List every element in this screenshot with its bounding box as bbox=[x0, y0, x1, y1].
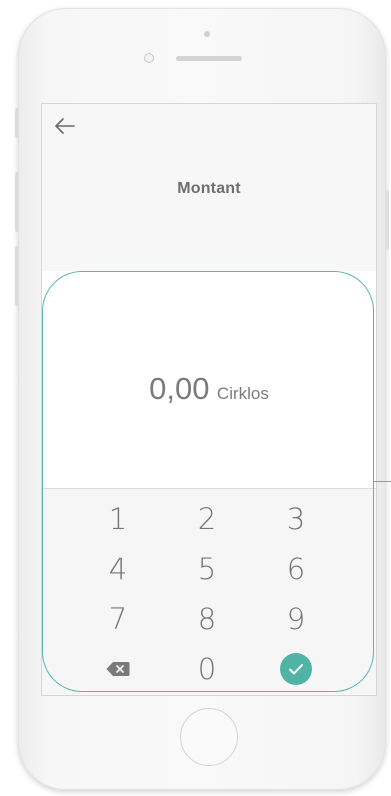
screen: Montant 0,00 Cirklos 1 2 3 4 5 6 7 8 9 0 bbox=[41, 103, 377, 696]
key-9[interactable]: 9 bbox=[256, 597, 336, 641]
key-4[interactable]: 4 bbox=[78, 547, 158, 591]
amount-text: 0,00 Cirklos bbox=[42, 371, 376, 407]
key-1[interactable]: 1 bbox=[78, 497, 158, 541]
key-0[interactable]: 0 bbox=[167, 647, 247, 691]
numeric-keypad: 1 2 3 4 5 6 7 8 9 0 bbox=[42, 488, 376, 695]
key-2[interactable]: 2 bbox=[167, 497, 247, 541]
confirm-button[interactable] bbox=[256, 647, 336, 691]
amount-unit: Cirklos bbox=[216, 384, 269, 403]
backspace-icon bbox=[106, 661, 130, 677]
amount-display: 0,00 Cirklos bbox=[42, 271, 376, 488]
proximity-sensor bbox=[144, 53, 154, 63]
mute-switch bbox=[15, 108, 19, 138]
key-6[interactable]: 6 bbox=[256, 547, 336, 591]
key-8[interactable]: 8 bbox=[167, 597, 247, 641]
highlight-pointer bbox=[374, 481, 391, 482]
key-3[interactable]: 3 bbox=[256, 497, 336, 541]
delete-button[interactable] bbox=[78, 647, 158, 691]
key-7[interactable]: 7 bbox=[78, 597, 158, 641]
earpiece-speaker bbox=[176, 56, 242, 61]
power-button bbox=[386, 190, 389, 250]
page-title: Montant bbox=[177, 180, 241, 197]
amount-value: 0,00 bbox=[149, 371, 210, 406]
volume-down-button bbox=[15, 246, 19, 306]
volume-up-button bbox=[15, 172, 19, 232]
front-camera bbox=[204, 31, 210, 37]
home-button[interactable] bbox=[180, 708, 238, 766]
arrow-left-icon bbox=[52, 114, 78, 138]
key-5[interactable]: 5 bbox=[167, 547, 247, 591]
check-icon bbox=[280, 653, 312, 685]
back-button[interactable] bbox=[52, 114, 78, 138]
